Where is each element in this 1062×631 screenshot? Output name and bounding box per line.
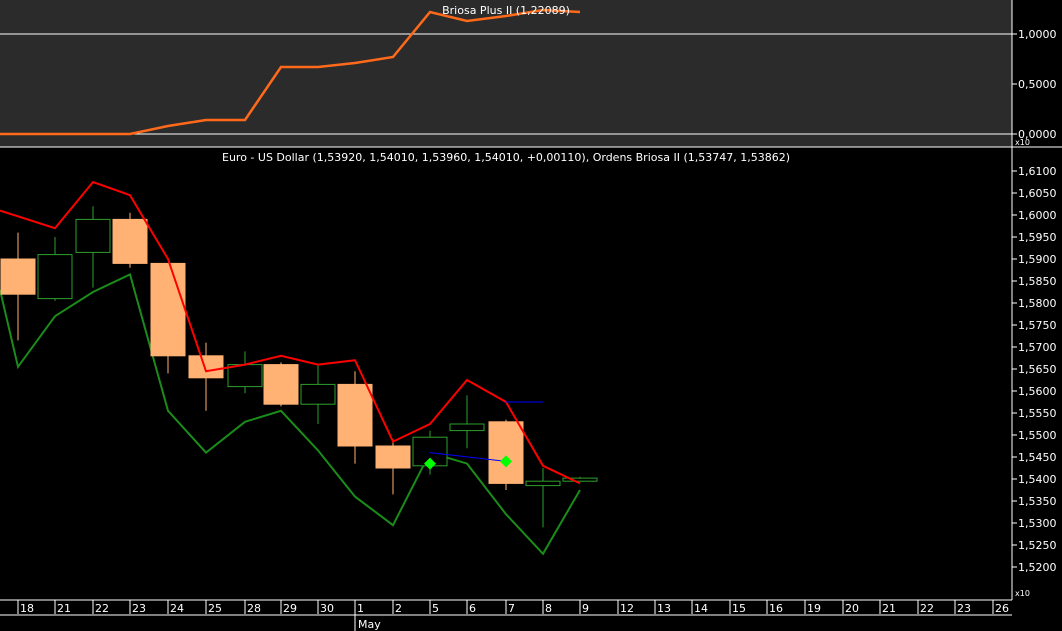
candle-up: [300, 383, 336, 405]
indicator-title: Briosa Plus II (1,22089): [442, 4, 570, 17]
x-tick-label: 15: [732, 602, 746, 615]
price-y-tick-label: 1,5250: [1018, 539, 1057, 552]
price-y-tick-label: 1,5350: [1018, 495, 1057, 508]
candle-up: [227, 364, 263, 388]
x-tick-label: 8: [545, 602, 552, 615]
x-tick-label: 9: [582, 602, 589, 615]
price-y-tick-label: 1,5450: [1018, 451, 1057, 464]
x-tick-label: 23: [957, 602, 971, 615]
candle-down: [488, 421, 524, 484]
candle-up: [37, 254, 73, 300]
candle-up: [75, 218, 111, 253]
lower-band-line: [0, 272, 581, 556]
x-tick-label: 19: [807, 602, 821, 615]
candle-down: [112, 218, 148, 264]
x-tick-label: 16: [769, 602, 783, 615]
price-y-tick-label: 1,6100: [1018, 165, 1057, 178]
x-tick-label: 14: [694, 602, 708, 615]
price-y-tick-label: 1,5800: [1018, 297, 1057, 310]
x-tick-label: 13: [657, 602, 671, 615]
price-y-tick-label: 1,5400: [1018, 473, 1057, 486]
price-y-tick-label: 1,5300: [1018, 517, 1057, 530]
price-y-tick-label: 1,6000: [1018, 209, 1057, 222]
chart-root: 1,00000,50000,0000 1,61001,60501,60001,5…: [0, 0, 1062, 631]
candle-up: [449, 423, 485, 432]
x-tick-label: 5: [432, 602, 439, 615]
x-tick-label: 20: [845, 602, 859, 615]
candle-down: [337, 383, 373, 447]
price-y-tick-label: 1,5700: [1018, 341, 1057, 354]
indicator-y-tick-label: 0,5000: [1018, 78, 1057, 91]
candle-down: [188, 355, 224, 379]
right-axis-background: [1012, 0, 1062, 631]
x-tick-label: 22: [920, 602, 934, 615]
price-y-tick-label: 1,6050: [1018, 187, 1057, 200]
bottom-axis-multiplier: x10: [1015, 589, 1030, 598]
x-tick-label: 21: [882, 602, 896, 615]
price-y-tick-label: 1,5850: [1018, 275, 1057, 288]
x-tick-label: 30: [320, 602, 334, 615]
price-y-tick-label: 1,5200: [1018, 561, 1057, 574]
top-panel-background: [0, 0, 1012, 147]
x-tick-label: 1: [357, 602, 364, 615]
candle-up: [525, 480, 561, 487]
x-tick-label: 2: [395, 602, 402, 615]
top-axis-multiplier: x10: [1015, 138, 1030, 147]
price-y-tick-label: 1,5550: [1018, 407, 1057, 420]
indicator-y-tick-label: 1,0000: [1018, 28, 1057, 41]
price-y-tick-label: 1,5950: [1018, 231, 1057, 244]
price-y-tick-label: 1,5500: [1018, 429, 1057, 442]
price-chart-title: Euro - US Dollar (1,53920, 1,54010, 1,53…: [222, 151, 790, 164]
x-tick-label: 7: [508, 602, 515, 615]
price-y-tick-label: 1,5600: [1018, 385, 1057, 398]
x-tick-label: 23: [132, 602, 146, 615]
x-tick-label: 22: [95, 602, 109, 615]
price-panel: 1,6100 1,6050 1,6000 1,5950 1,5900 1,5850 1,58…: [0, 165, 1057, 615]
candle-down: [263, 364, 299, 405]
x-tick-label: 26: [995, 602, 1009, 615]
candle-down: [375, 445, 411, 469]
month-label: May: [358, 618, 381, 631]
candle-down: [150, 262, 186, 357]
x-tick-label: 29: [283, 602, 297, 615]
x-tick-label: 21: [57, 602, 71, 615]
x-tick-label: 18: [20, 602, 34, 615]
price-y-tick-label: 1,5900: [1018, 253, 1057, 266]
x-tick-label: 12: [620, 602, 634, 615]
price-y-tick-label: 1,5650: [1018, 363, 1057, 376]
price-y-tick-label: 1,5750: [1018, 319, 1057, 332]
candle-down: [0, 258, 36, 295]
x-tick-label: 24: [170, 602, 184, 615]
x-tick-label: 28: [247, 602, 261, 615]
x-tick-label: 6: [469, 602, 476, 615]
x-tick-label: 25: [208, 602, 222, 615]
